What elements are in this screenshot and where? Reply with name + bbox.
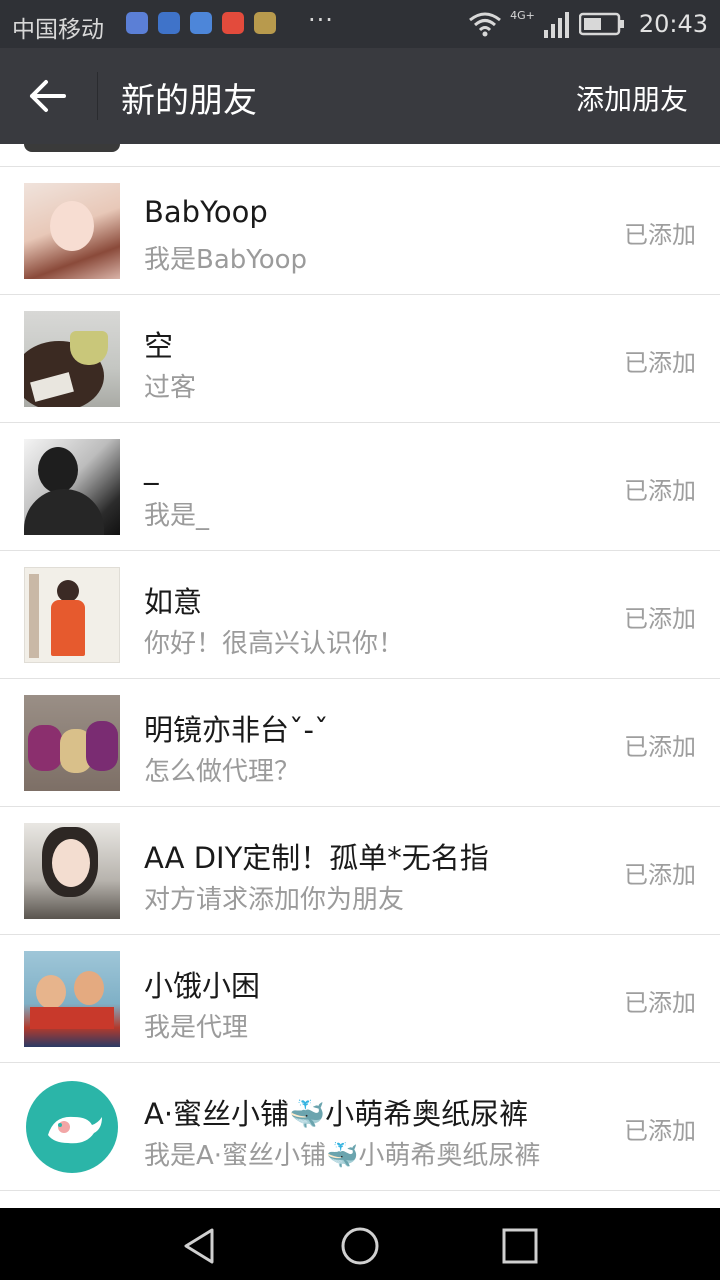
- friend-request-list[interactable]: BabYoop 我是BabYoop 已添加 空 过客 已添加 _ 我是_ 已添加…: [0, 144, 720, 1208]
- carrier-label: 中国移动: [12, 17, 104, 43]
- battery-icon: [578, 12, 624, 36]
- title-bar: 新的朋友 添加朋友: [0, 48, 720, 144]
- page-title: 新的朋友: [121, 81, 257, 121]
- request-message: 你好！很高兴认识你！: [144, 629, 405, 659]
- shield-notification-icon: [190, 12, 212, 34]
- app-notification-icon: [126, 12, 148, 34]
- avatar: [24, 695, 120, 791]
- added-status-label: 已添加: [624, 733, 696, 761]
- nav-back-icon[interactable]: [180, 1226, 220, 1266]
- nav-recents-icon[interactable]: [500, 1226, 540, 1266]
- avatar: [24, 439, 120, 535]
- request-message: 我是A·蜜丝小铺🐳小萌希奥纸尿裤: [144, 1141, 541, 1171]
- friend-request-row[interactable]: 空 过客 已添加: [0, 295, 720, 423]
- app-notification-icon: [222, 12, 244, 34]
- friend-name: 如意: [144, 585, 203, 619]
- add-friend-button[interactable]: 添加朋友: [576, 78, 688, 118]
- signal-icon: [543, 12, 569, 38]
- friend-request-row[interactable]: AA DIY定制！孤单*无名指 对方请求添加你为朋友 已添加: [0, 807, 720, 935]
- wifi-icon: [469, 12, 502, 37]
- friend-name: AA DIY定制！孤单*无名指: [144, 841, 489, 875]
- request-message: 对方请求添加你为朋友: [144, 885, 405, 915]
- friend-name: 明镜亦非台ˇ-ˇ: [144, 713, 329, 747]
- app-notification-icon: [254, 12, 276, 34]
- avatar: [24, 144, 120, 152]
- avatar: [24, 951, 120, 1047]
- back-arrow-icon[interactable]: [28, 78, 68, 114]
- added-status-label: 已添加: [624, 221, 696, 249]
- friend-name: _: [144, 451, 159, 485]
- added-status-label: 已添加: [624, 1117, 696, 1145]
- added-status-label: 已添加: [624, 989, 696, 1017]
- nav-home-icon[interactable]: [340, 1226, 380, 1266]
- avatar: [24, 1079, 120, 1175]
- more-notifications-icon: ···: [308, 6, 334, 34]
- request-message: 我是_: [144, 501, 210, 531]
- avatar: [24, 823, 120, 919]
- friend-request-row[interactable]: 如意 你好！很高兴认识你！ 已添加: [0, 551, 720, 679]
- friend-name: 空: [144, 329, 174, 363]
- list-item-partial: [0, 144, 720, 167]
- system-navigation-bar: [0, 1208, 720, 1280]
- request-message: 我是BabYoop: [144, 245, 308, 275]
- friend-request-row[interactable]: 小饿小困 我是代理 已添加: [0, 935, 720, 1063]
- friend-request-row[interactable]: A·蜜丝小铺🐳小萌希奥纸尿裤 我是A·蜜丝小铺🐳小萌希奥纸尿裤 已添加: [0, 1063, 720, 1191]
- added-status-label: 已添加: [624, 605, 696, 633]
- added-status-label: 已添加: [624, 349, 696, 377]
- friend-request-row[interactable]: BabYoop 我是BabYoop 已添加: [0, 167, 720, 295]
- network-type-label: 4G+: [510, 8, 535, 22]
- friend-name: 小饿小困: [144, 969, 261, 1003]
- friend-request-row[interactable]: 明镜亦非台ˇ-ˇ 怎么做代理？ 已添加: [0, 679, 720, 807]
- avatar: [24, 183, 120, 279]
- friend-name: BabYoop: [144, 195, 268, 229]
- added-status-label: 已添加: [624, 861, 696, 889]
- title-divider: [97, 72, 98, 120]
- friend-name: A·蜜丝小铺🐳小萌希奥纸尿裤: [144, 1097, 529, 1131]
- avatar: [24, 567, 120, 663]
- status-bar: 中国移动 ··· 4G+ 20:43: [0, 0, 720, 48]
- app-notification-icon: [158, 12, 180, 34]
- avatar: [24, 311, 120, 407]
- added-status-label: 已添加: [624, 477, 696, 505]
- friend-request-row[interactable]: _ 我是_ 已添加: [0, 423, 720, 551]
- whale-logo-icon: [26, 1081, 118, 1173]
- request-message: 过客: [144, 373, 197, 403]
- clock: 20:43: [638, 10, 708, 38]
- request-message: 我是代理: [144, 1013, 249, 1043]
- notification-icons: [126, 12, 276, 34]
- request-message: 怎么做代理？: [144, 757, 301, 787]
